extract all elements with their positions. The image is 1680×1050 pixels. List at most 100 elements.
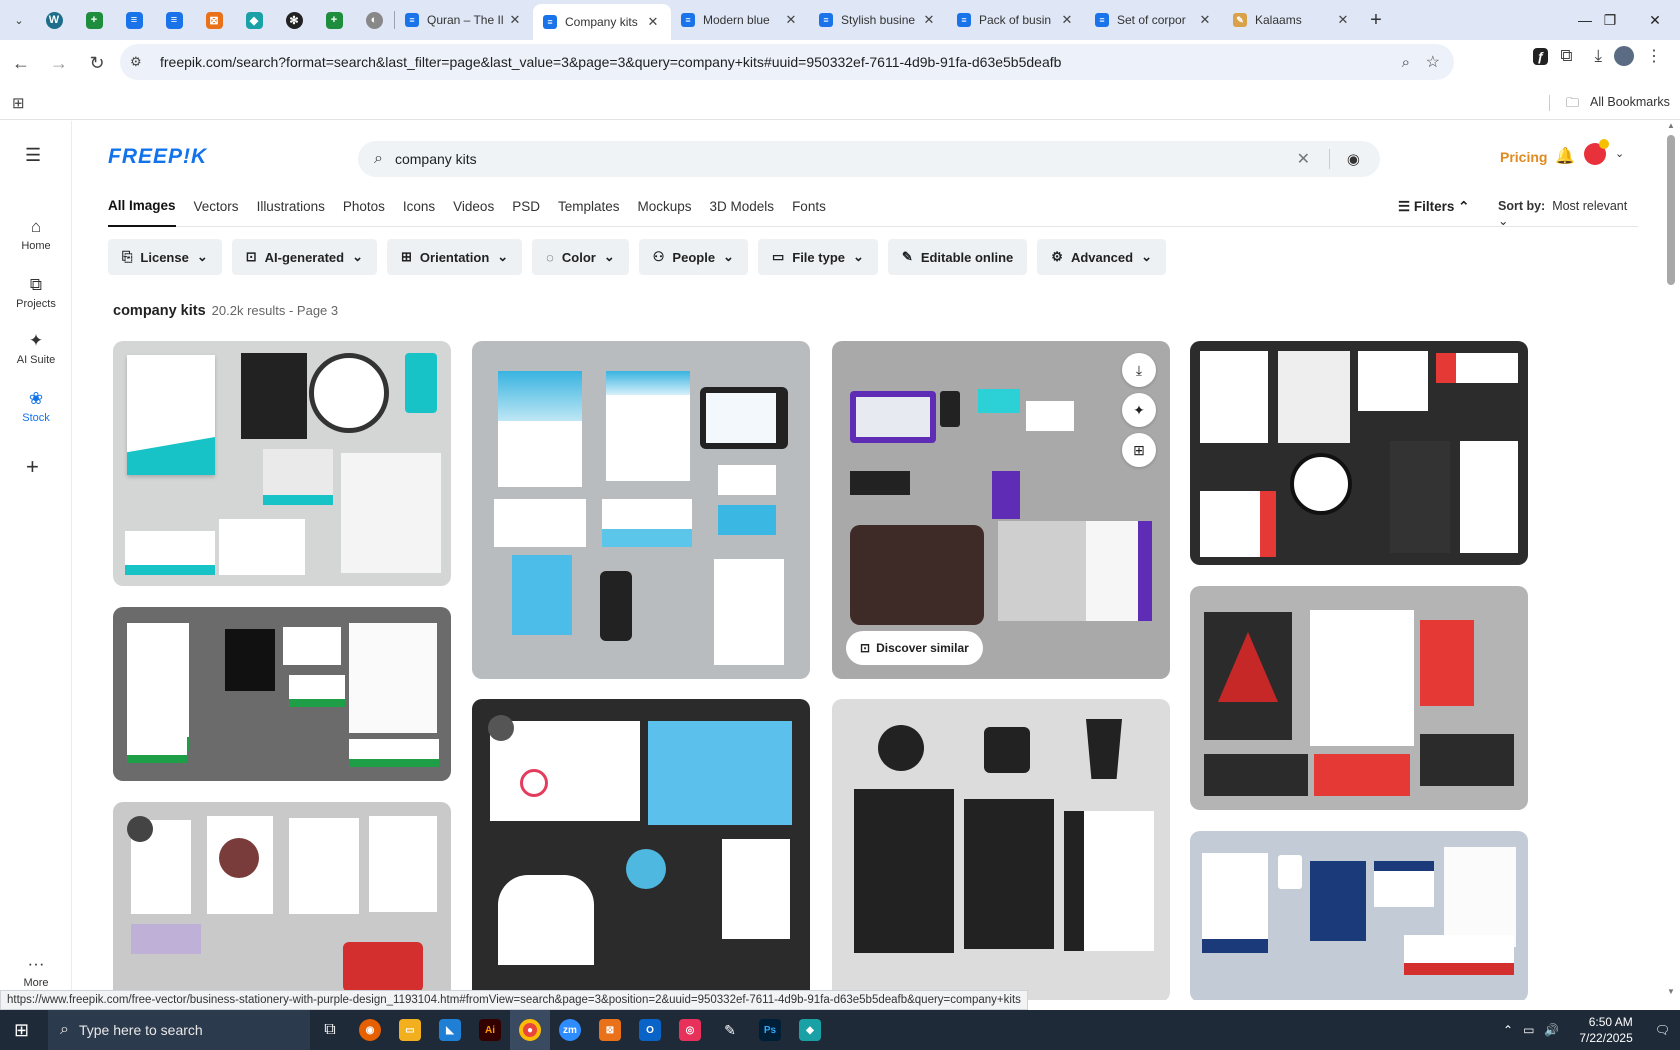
pinned-tab[interactable]: ≡ — [154, 4, 194, 36]
site-info-icon[interactable]: ⚙ — [130, 54, 152, 70]
app-icon[interactable]: ◆ — [790, 1010, 830, 1050]
freepik-logo[interactable]: FREEP!K — [108, 145, 207, 169]
close-icon[interactable]: ✕ — [1059, 12, 1075, 28]
pinned-tab[interactable]: ✻ — [274, 4, 314, 36]
sort-dropdown[interactable]: Sort by: Most relevant ⌄ — [1498, 199, 1638, 228]
add-icon[interactable]: + — [26, 454, 39, 480]
tab-vectors[interactable]: Vectors — [194, 187, 239, 227]
tab-fonts[interactable]: Fonts — [792, 187, 826, 227]
pinned-tab[interactable]: ◐ — [354, 4, 394, 36]
chevron-down-icon[interactable]: ⌄ — [1615, 147, 1624, 160]
close-icon[interactable]: ✕ — [783, 12, 799, 28]
rail-item-projects[interactable]: ⧉ Projects — [0, 275, 72, 310]
filters-toggle[interactable]: ☰ Filters ⌃ — [1398, 199, 1469, 215]
result-card[interactable] — [1190, 341, 1528, 565]
clear-search-icon[interactable]: ✕ — [1297, 149, 1310, 169]
back-button[interactable]: ← — [4, 46, 38, 80]
ai-edit-button[interactable]: ✦ — [1122, 393, 1156, 427]
download-button[interactable]: ⤓ — [1122, 353, 1156, 387]
file-type-filter[interactable]: ▭ File type ⌄ — [757, 239, 878, 275]
result-card[interactable] — [113, 607, 451, 781]
page-scrollbar[interactable]: ▲ ▼ — [1664, 121, 1678, 1000]
advanced-filter[interactable]: ⚙ Advanced ⌄ — [1037, 239, 1166, 275]
people-filter[interactable]: ⚇ People ⌄ — [638, 239, 748, 275]
tab[interactable]: ≡ Pack of busin ✕ — [947, 4, 1085, 36]
pinned-tab[interactable]: W — [34, 4, 74, 36]
chrome-icon[interactable]: ● — [510, 1010, 550, 1050]
close-icon[interactable]: ✕ — [1335, 12, 1351, 28]
tab[interactable]: ≡ Quran – The Il ✕ — [395, 4, 533, 36]
editable-online-filter[interactable]: ✎ Editable online — [887, 239, 1028, 275]
url-text[interactable]: freepik.com/search?format=search&last_fi… — [160, 54, 1061, 70]
close-icon[interactable]: ✕ — [645, 14, 661, 30]
new-tab-button[interactable]: + — [1361, 9, 1391, 32]
orientation-filter[interactable]: ⊞ Orientation ⌄ — [387, 239, 523, 275]
forward-button[interactable]: → — [42, 46, 76, 80]
apps-grid-icon[interactable]: ⊞ — [12, 94, 25, 112]
zoom-icon[interactable]: ⌕ — [1402, 54, 1410, 71]
rail-item-more[interactable]: ··· More — [0, 954, 72, 989]
discover-similar-button[interactable]: ⊡ Discover similar — [846, 631, 983, 665]
app-icon[interactable]: ⊠ — [590, 1010, 630, 1050]
extension-icon[interactable]: ƒ — [1533, 47, 1549, 65]
window-close-button[interactable]: ✕ — [1630, 0, 1680, 40]
profile-avatar[interactable] — [1614, 46, 1634, 66]
scroll-down-icon[interactable]: ▼ — [1667, 987, 1675, 996]
pinned-tab[interactable]: ≡ — [114, 4, 154, 36]
tab-videos[interactable]: Videos — [453, 187, 494, 227]
tab[interactable]: ≡ Set of corpor ✕ — [1085, 4, 1223, 36]
result-card[interactable] — [472, 699, 810, 1000]
pinned-tab[interactable]: ⊠ — [194, 4, 234, 36]
tab-3d-models[interactable]: 3D Models — [710, 187, 775, 227]
rail-item-ai-suite[interactable]: ✦ AI Suite — [0, 331, 72, 366]
save-to-collection-button[interactable]: ⊞ — [1122, 433, 1156, 467]
restore-button[interactable]: ❐ — [1585, 0, 1635, 40]
rail-item-home[interactable]: ⌂ Home — [0, 217, 72, 252]
tab-templates[interactable]: Templates — [558, 187, 620, 227]
notifications-bell-icon[interactable]: 🔔 — [1555, 146, 1575, 166]
notifications-icon[interactable]: 🗨 — [1655, 1023, 1670, 1037]
license-filter[interactable]: ⎘ License ⌄ — [108, 239, 222, 275]
all-bookmarks-link[interactable]: All Bookmarks — [1590, 95, 1670, 109]
pinned-tab[interactable]: ◆ — [234, 4, 274, 36]
clock[interactable]: 6:50 AM 7/22/2025 — [1579, 1014, 1632, 1046]
bookmark-star-icon[interactable]: ☆ — [1426, 52, 1440, 72]
tab-mockups[interactable]: Mockups — [638, 187, 692, 227]
windows-start-icon[interactable]: ⊞ — [14, 1020, 29, 1041]
search-input[interactable]: company kits — [395, 151, 477, 167]
chevron-up-icon[interactable]: ⌃ — [1503, 1023, 1513, 1037]
tab-active[interactable]: ≡ Company kits ✕ — [533, 4, 671, 40]
task-view-icon[interactable]: ⧉ — [310, 1010, 350, 1050]
address-bar[interactable]: ⚙ freepik.com/search?format=search&last_… — [120, 44, 1454, 80]
tab[interactable]: ✎ Kalaams ✕ — [1223, 4, 1361, 36]
rail-item-stock[interactable]: ❀ Stock — [0, 389, 72, 424]
tab-icons[interactable]: Icons — [403, 187, 435, 227]
scroll-up-icon[interactable]: ▲ — [1667, 121, 1675, 130]
close-icon[interactable]: ✕ — [507, 12, 523, 28]
tab[interactable]: ≡ Stylish busine ✕ — [809, 4, 947, 36]
hamburger-menu-icon[interactable]: ☰ — [25, 145, 41, 166]
firefox-icon[interactable]: ◉ — [350, 1010, 390, 1050]
pen-tool-icon[interactable]: ✎ — [710, 1010, 750, 1050]
volume-icon[interactable]: 🔊 — [1544, 1023, 1559, 1037]
result-card-hovered[interactable]: ⤓ ✦ ⊞ ⊡ Discover similar — [832, 341, 1170, 679]
ai-generated-filter[interactable]: ⊡ AI-generated ⌄ — [231, 239, 378, 275]
scroll-thumb[interactable] — [1667, 135, 1675, 285]
tab-photos[interactable]: Photos — [343, 187, 385, 227]
reload-button[interactable]: ↻ — [80, 46, 114, 80]
result-card[interactable] — [113, 341, 451, 586]
tab-psd[interactable]: PSD — [512, 187, 540, 227]
close-icon[interactable]: ✕ — [921, 12, 937, 28]
extensions-puzzle-icon[interactable]: ⧉ — [1560, 46, 1572, 66]
outlook-icon[interactable]: O — [630, 1010, 670, 1050]
more-menu-icon[interactable]: ⋮ — [1646, 46, 1662, 66]
result-card[interactable] — [832, 699, 1170, 1000]
illustrator-icon[interactable]: Ai — [470, 1010, 510, 1050]
vscode-icon[interactable]: ◣ — [430, 1010, 470, 1050]
result-card[interactable] — [472, 341, 810, 679]
creative-cloud-icon[interactable]: ◎ — [670, 1010, 710, 1050]
download-icon[interactable]: ⤓ — [1594, 46, 1602, 66]
tab-illustrations[interactable]: Illustrations — [257, 187, 325, 227]
pinned-tab[interactable]: + — [74, 4, 114, 36]
pinned-tab[interactable]: + — [314, 4, 354, 36]
